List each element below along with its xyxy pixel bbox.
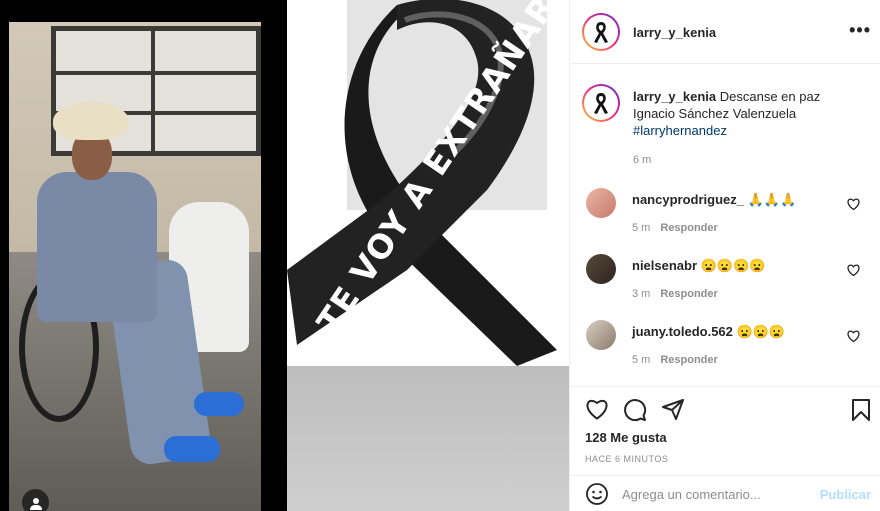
photo-man-body	[37, 172, 157, 322]
author-username[interactable]: larry_y_kenia	[633, 25, 716, 40]
post-actions: 128 Me gusta HACE 6 MINUTOS Agrega un co…	[570, 386, 880, 511]
share-paper-plane-icon[interactable]	[661, 398, 685, 422]
comment-time: 5 m	[632, 354, 651, 366]
comment-input[interactable]: Agrega un comentario...	[622, 487, 761, 502]
commenter-username[interactable]: nielsenabr	[632, 258, 697, 273]
caption-time: 6 m	[633, 154, 652, 166]
commenter-username[interactable]: nancyprodriguez_	[632, 192, 744, 207]
photo-sandal	[194, 392, 244, 416]
author-avatar[interactable]	[582, 13, 620, 51]
comment-text: 🙏🙏🙏	[747, 192, 797, 207]
photo-cowboy-hat	[53, 102, 129, 140]
mourning-ribbon-image: TE VOY A EXTRAÑAR	[287, 0, 569, 511]
like-comment-heart-icon[interactable]	[847, 198, 860, 210]
image-bottom-grey	[287, 366, 569, 511]
reply-button[interactable]: Responder	[660, 222, 717, 234]
post-caption: larry_y_kenia Descanse en paz Ignacio Sá…	[633, 88, 873, 139]
user-tag-icon[interactable]	[22, 489, 49, 511]
comment-text: 😦😦😦😦	[700, 258, 766, 273]
photo-elderly-man-wheelchair	[9, 22, 261, 511]
save-bookmark-icon[interactable]	[851, 398, 871, 422]
comment-bubble-icon[interactable]	[623, 398, 647, 422]
post-header: larry_y_kenia •••	[570, 0, 880, 64]
comment-item: juany.toledo.562 😦😦😦 5 m Responder	[586, 320, 876, 380]
comment-item: nielsenabr 😦😦😦😦 3 m Responder	[586, 254, 876, 314]
like-heart-icon[interactable]	[585, 398, 609, 420]
commenter-avatar[interactable]	[586, 320, 616, 350]
add-comment-bar: Agrega un comentario... Publicar	[570, 475, 880, 511]
caption-text-2: Ignacio Sánchez Valenzuela	[633, 106, 797, 121]
caption-hashtag[interactable]: #larryhernandez	[633, 123, 727, 138]
reply-button[interactable]: Responder	[660, 288, 717, 300]
comment-time: 3 m	[632, 288, 651, 300]
caption-avatar[interactable]	[582, 84, 620, 122]
like-comment-heart-icon[interactable]	[847, 330, 860, 342]
more-options-icon[interactable]: •••	[849, 20, 871, 41]
comment-text: 😦😦😦	[736, 324, 786, 339]
publish-button[interactable]: Publicar	[820, 487, 871, 502]
reply-button[interactable]: Responder	[660, 354, 717, 366]
post-media[interactable]: TE VOY A EXTRAÑAR	[0, 0, 569, 511]
photo-sandal	[164, 436, 220, 462]
post-timestamp: HACE 6 MINUTOS	[585, 454, 669, 464]
like-comment-heart-icon[interactable]	[847, 264, 860, 276]
black-ribbon-icon	[594, 22, 608, 43]
comment-time: 5 m	[632, 222, 651, 234]
commenter-username[interactable]: juany.toledo.562	[632, 324, 733, 339]
post-sidebar: larry_y_kenia ••• larry_y_kenia Descanse…	[569, 0, 880, 511]
caption-username[interactable]: larry_y_kenia	[633, 89, 716, 104]
comment-item: nancyprodriguez_ 🙏🙏🙏 5 m Responder	[586, 188, 876, 248]
black-ribbon-icon	[594, 93, 608, 114]
commenter-avatar[interactable]	[586, 254, 616, 284]
like-count[interactable]: 128 Me gusta	[585, 430, 667, 445]
caption-text-1: Descanse en paz	[716, 89, 821, 104]
commenter-avatar[interactable]	[586, 188, 616, 218]
emoji-smiley-icon[interactable]	[585, 482, 609, 506]
